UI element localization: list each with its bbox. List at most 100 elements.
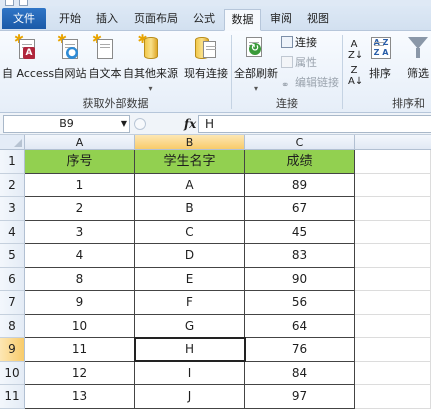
table-cell[interactable]: D bbox=[135, 244, 245, 268]
row-header-3[interactable]: 3 bbox=[0, 197, 25, 221]
insert-function-icon[interactable]: fx bbox=[184, 115, 196, 133]
tab-page-layout[interactable]: 页面布局 bbox=[128, 9, 184, 31]
empty-cell[interactable] bbox=[355, 267, 431, 291]
empty-cell[interactable] bbox=[355, 244, 431, 268]
tab-review[interactable]: 审阅 bbox=[264, 9, 298, 31]
table-cell[interactable]: B bbox=[135, 197, 245, 221]
table-cell[interactable]: 12 bbox=[25, 361, 135, 385]
row-header-10[interactable]: 10 bbox=[0, 361, 25, 385]
filter-icon bbox=[405, 33, 431, 63]
table-cell[interactable]: 9 bbox=[25, 291, 135, 315]
column-header-a[interactable]: A bbox=[25, 135, 135, 150]
table-cell[interactable]: 64 bbox=[245, 314, 355, 338]
table-cell[interactable]: 10 bbox=[25, 314, 135, 338]
from-other-sources-label: 自其他来源 bbox=[123, 67, 178, 80]
row-header-11[interactable]: 11 bbox=[0, 385, 25, 409]
from-web-button[interactable]: ✱ ● 自网站 bbox=[53, 31, 87, 91]
edit-links-button[interactable]: ⚭ 编辑链接 bbox=[281, 75, 339, 91]
group-divider bbox=[342, 35, 343, 109]
empty-cell[interactable] bbox=[355, 220, 431, 244]
sort-ascending-icon[interactable]: A Z↓ bbox=[348, 39, 363, 61]
table-cell[interactable]: G bbox=[135, 314, 245, 338]
from-text-button[interactable]: ✱ 自文本 bbox=[88, 31, 122, 91]
table-cell[interactable]: A bbox=[135, 173, 245, 197]
table-cell[interactable]: I bbox=[135, 361, 245, 385]
refresh-all-label: 全部刷新 bbox=[234, 67, 278, 80]
empty-cell[interactable] bbox=[355, 173, 431, 197]
table-cell[interactable]: 84 bbox=[245, 361, 355, 385]
link-icon: ⚭ bbox=[281, 80, 290, 91]
worksheet-grid[interactable]: A B C 1 序号 学生名字 成绩 2 1 A 89 3 2 B 67 4 3 C 45 5 4 D 83 6 8 E 90… bbox=[0, 135, 431, 409]
formula-input[interactable]: H bbox=[198, 115, 431, 133]
connections-button[interactable]: 连接 bbox=[281, 35, 317, 51]
filter-button[interactable]: 筛选 bbox=[403, 31, 431, 91]
table-cell[interactable]: 76 bbox=[245, 338, 355, 362]
properties-button[interactable]: 属性 bbox=[281, 55, 317, 71]
dropdown-arrow-icon: ▾ bbox=[148, 84, 153, 93]
table-cell[interactable]: 4 bbox=[25, 244, 135, 268]
formula-controls: fx bbox=[134, 115, 196, 133]
table-cell[interactable]: H bbox=[135, 338, 245, 362]
table-cell[interactable]: 11 bbox=[25, 338, 135, 362]
expand-handle-icon[interactable] bbox=[134, 118, 146, 130]
table-cell[interactable]: 90 bbox=[245, 267, 355, 291]
header-cell[interactable]: 学生名字 bbox=[135, 150, 245, 174]
table-cell[interactable]: 45 bbox=[245, 220, 355, 244]
filter-label: 筛选 bbox=[407, 67, 429, 80]
tab-data[interactable]: 数据 bbox=[224, 9, 261, 31]
table-cell[interactable]: 83 bbox=[245, 244, 355, 268]
row-header-2[interactable]: 2 bbox=[0, 173, 25, 197]
table-cell[interactable]: 97 bbox=[245, 385, 355, 409]
header-cell[interactable]: 序号 bbox=[25, 150, 135, 174]
tab-view[interactable]: 视图 bbox=[301, 9, 335, 31]
table-cell[interactable]: 3 bbox=[25, 220, 135, 244]
table-cell[interactable]: 67 bbox=[245, 197, 355, 221]
empty-cell[interactable] bbox=[355, 338, 431, 362]
table-cell[interactable]: 2 bbox=[25, 197, 135, 221]
row-header-6[interactable]: 6 bbox=[0, 267, 25, 291]
table-cell[interactable]: C bbox=[135, 220, 245, 244]
empty-cell[interactable] bbox=[355, 197, 431, 221]
refresh-all-button[interactable]: ↻ 全部刷新 ▾ bbox=[233, 31, 279, 93]
from-other-sources-button[interactable]: ✱ 自其他来源 ▾ bbox=[123, 31, 178, 93]
existing-connections-icon bbox=[193, 33, 219, 63]
from-access-button[interactable]: ✱ A 自 Access bbox=[2, 31, 54, 91]
column-header-c[interactable]: C bbox=[245, 135, 355, 150]
column-header-b[interactable]: B bbox=[135, 135, 245, 150]
existing-connections-button[interactable]: 现有连接 bbox=[182, 31, 230, 91]
row-header-9[interactable]: 9 bbox=[0, 338, 25, 362]
tab-insert[interactable]: 插入 bbox=[90, 9, 124, 31]
row-header-8[interactable]: 8 bbox=[0, 314, 25, 338]
sort-descending-icon[interactable]: Z A↓ bbox=[348, 65, 363, 87]
tab-file[interactable]: 文件 bbox=[2, 8, 46, 29]
group-label-external-data: 获取外部数据 bbox=[82, 97, 149, 110]
row-header-1[interactable]: 1 bbox=[0, 150, 25, 174]
table-cell[interactable]: 13 bbox=[25, 385, 135, 409]
column-header-d[interactable] bbox=[355, 135, 431, 150]
sort-button[interactable]: A ZZ A 排序 bbox=[365, 31, 395, 91]
table-cell[interactable]: E bbox=[135, 267, 245, 291]
row-header-7[interactable]: 7 bbox=[0, 291, 25, 315]
empty-cell[interactable] bbox=[355, 150, 431, 174]
row-header-5[interactable]: 5 bbox=[0, 244, 25, 268]
empty-cell[interactable] bbox=[355, 291, 431, 315]
group-label-sort-filter: 排序和 bbox=[392, 97, 425, 110]
row-header-4[interactable]: 4 bbox=[0, 220, 25, 244]
select-all-corner[interactable] bbox=[0, 135, 25, 150]
table-cell[interactable]: 89 bbox=[245, 173, 355, 197]
table-cell[interactable]: 1 bbox=[25, 173, 135, 197]
empty-cell[interactable] bbox=[355, 314, 431, 338]
access-icon: ✱ A bbox=[14, 33, 40, 63]
empty-cell[interactable] bbox=[355, 361, 431, 385]
empty-cell[interactable] bbox=[355, 385, 431, 409]
table-cell[interactable]: J bbox=[135, 385, 245, 409]
table-cell[interactable]: 56 bbox=[245, 291, 355, 315]
table-cell[interactable]: F bbox=[135, 291, 245, 315]
tab-home[interactable]: 开始 bbox=[53, 9, 87, 31]
tab-formulas[interactable]: 公式 bbox=[187, 9, 221, 31]
properties-icon bbox=[281, 56, 293, 68]
table-cell[interactable]: 8 bbox=[25, 267, 135, 291]
header-cell[interactable]: 成绩 bbox=[245, 150, 355, 174]
name-box[interactable]: B9 ▼ bbox=[3, 115, 130, 133]
chevron-down-icon[interactable]: ▼ bbox=[121, 116, 127, 132]
